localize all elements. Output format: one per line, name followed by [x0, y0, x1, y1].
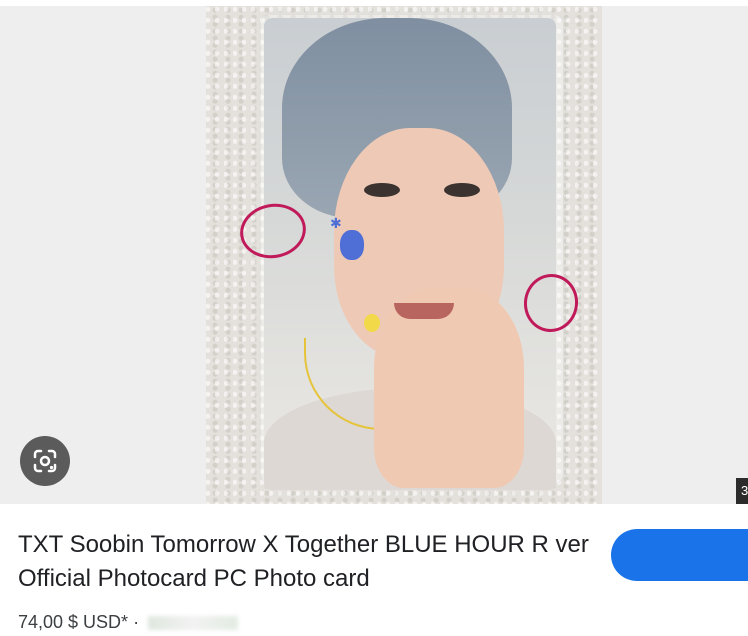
product-image-panel[interactable]: ✱ — [0, 6, 748, 504]
smiley-nail-icon — [364, 314, 380, 332]
price-separator: · — [133, 612, 140, 632]
lens-search-button[interactable] — [20, 436, 70, 486]
product-photo[interactable]: ✱ — [206, 6, 602, 504]
price-value: 74,00 $ USD* — [18, 612, 129, 632]
left-eye — [364, 183, 400, 197]
right-eye — [444, 183, 480, 197]
result-title[interactable]: TXT Soobin Tomorrow X Together BLUE HOUR… — [18, 528, 598, 596]
bear-sticker-icon — [340, 230, 364, 260]
corner-badge: 3 — [736, 478, 748, 504]
google-lens-icon — [33, 449, 57, 473]
redacted-store-name — [148, 616, 239, 631]
peace-sign-hand — [374, 288, 524, 488]
photocard: ✱ — [264, 18, 556, 490]
mouth — [394, 303, 454, 319]
price-row: 74,00 $ USD* · — [18, 612, 239, 633]
visit-button[interactable] — [611, 529, 748, 581]
star-sticker-icon: ✱ — [330, 216, 342, 232]
